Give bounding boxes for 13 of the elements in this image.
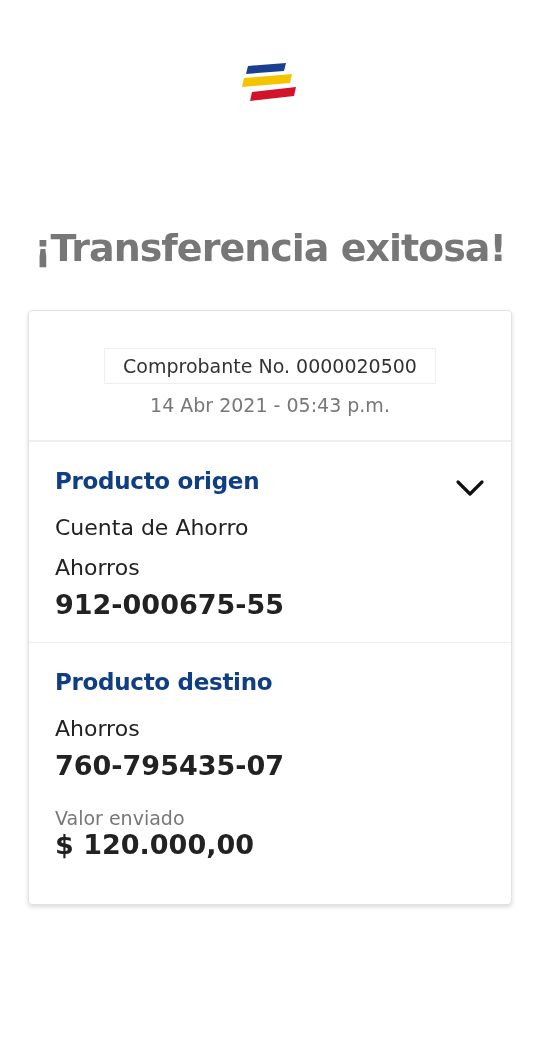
chevron-icon[interactable] bbox=[455, 479, 485, 497]
account-number: 760-795435-07 bbox=[55, 749, 286, 783]
account-type: Ahorros bbox=[55, 715, 141, 743]
section-heading: Producto origen bbox=[55, 468, 260, 494]
receipt-date: 14 Abr 2021 - 05:43 p.m. bbox=[150, 394, 390, 416]
amount-value: $ 120.000,00 bbox=[55, 829, 255, 860]
amount-label: Valor enviado bbox=[55, 807, 186, 829]
page-title: ¡Transferencia exitosa! bbox=[34, 225, 506, 272]
account-number: 912-000675-55 bbox=[55, 588, 286, 622]
account-type: Cuenta de Ahorro bbox=[55, 514, 250, 542]
section-heading: Producto destino bbox=[55, 669, 274, 695]
receipt-number: Comprobante No. 0000020500 bbox=[104, 348, 436, 384]
account-type: Ahorros bbox=[55, 554, 141, 582]
